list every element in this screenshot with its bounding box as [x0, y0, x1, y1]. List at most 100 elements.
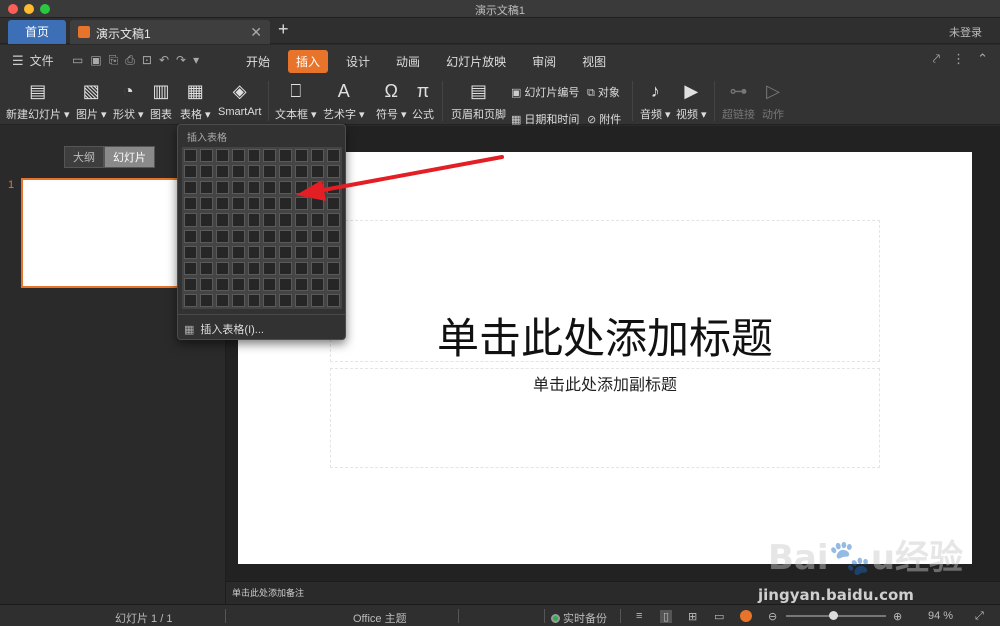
table-grid-cell[interactable] — [279, 293, 293, 307]
action-button[interactable]: ▷ 动作 — [762, 79, 784, 122]
table-grid-cell[interactable] — [279, 165, 293, 179]
table-grid-cell[interactable] — [184, 149, 197, 163]
table-size-grid[interactable] — [182, 147, 342, 309]
table-button[interactable]: ▦ 表格 ▾ — [180, 79, 211, 122]
date-time-button[interactable]: ▦ 日期和时间 — [511, 111, 579, 127]
table-grid-cell[interactable] — [311, 165, 325, 179]
table-grid-cell[interactable] — [295, 181, 309, 195]
table-grid-cell[interactable] — [231, 229, 245, 243]
fit-window-icon[interactable]: ⤢ — [975, 610, 984, 623]
table-grid-cell[interactable] — [263, 245, 277, 259]
collapse-ribbon-icon[interactable]: ⌃ — [977, 51, 988, 67]
export-icon[interactable]: ⎘ — [109, 53, 119, 68]
table-grid-cell[interactable] — [199, 197, 213, 211]
table-grid-cell[interactable] — [295, 213, 309, 227]
tab-review[interactable]: 审阅 — [524, 50, 564, 73]
table-grid-cell[interactable] — [231, 213, 245, 227]
table-grid-cell[interactable] — [184, 293, 197, 307]
zoom-out-icon[interactable]: ⊖ — [768, 610, 777, 623]
table-grid-cell[interactable] — [263, 165, 277, 179]
table-grid-cell[interactable] — [279, 197, 293, 211]
table-grid-cell[interactable] — [184, 197, 197, 211]
table-grid-cell[interactable] — [295, 165, 309, 179]
table-grid-cell[interactable] — [327, 165, 340, 179]
picture-button[interactable]: ▧ 图片 ▾ — [76, 79, 107, 122]
attachment-button[interactable]: ⊘ 附件 — [587, 111, 621, 127]
customize-icon[interactable]: ▾ — [193, 53, 199, 68]
table-grid-cell[interactable] — [311, 277, 325, 291]
table-grid-cell[interactable] — [327, 293, 340, 307]
table-grid-cell[interactable] — [327, 261, 340, 275]
tab-animation[interactable]: 动画 — [388, 50, 428, 73]
symbol-button[interactable]: Ω 符号 ▾ — [376, 79, 407, 122]
tab-design[interactable]: 设计 — [338, 50, 378, 73]
table-grid-cell[interactable] — [184, 277, 197, 291]
table-grid-cell[interactable] — [279, 181, 293, 195]
table-grid-cell[interactable] — [279, 277, 293, 291]
table-grid-cell[interactable] — [247, 245, 261, 259]
table-grid-cell[interactable] — [199, 261, 213, 275]
tab-slideshow[interactable]: 幻灯片放映 — [438, 50, 514, 73]
table-grid-cell[interactable] — [295, 261, 309, 275]
table-grid-cell[interactable] — [247, 197, 261, 211]
table-grid-cell[interactable] — [199, 213, 213, 227]
table-grid-cell[interactable] — [184, 213, 197, 227]
table-grid-cell[interactable] — [215, 293, 229, 307]
table-grid-cell[interactable] — [199, 277, 213, 291]
table-grid-cell[interactable] — [215, 213, 229, 227]
table-grid-cell[interactable] — [215, 197, 229, 211]
table-grid-cell[interactable] — [311, 149, 325, 163]
slide-thumbnail[interactable] — [21, 178, 181, 288]
textbox-button[interactable]: ⎕ 文本框 ▾ — [275, 79, 317, 122]
undo-icon[interactable]: ↶ — [159, 53, 169, 68]
table-grid-cell[interactable] — [231, 149, 245, 163]
table-grid-cell[interactable] — [327, 197, 340, 211]
zoom-level[interactable]: 94 % — [928, 610, 953, 622]
table-grid-cell[interactable] — [263, 293, 277, 307]
tab-insert[interactable]: 插入 — [288, 50, 329, 73]
tab-view[interactable]: 视图 — [574, 50, 614, 73]
outline-tab[interactable]: 大纲 — [64, 146, 104, 168]
table-grid-cell[interactable] — [327, 149, 340, 163]
table-grid-cell[interactable] — [327, 277, 340, 291]
hyperlink-button[interactable]: ⊶ 超链接 — [722, 79, 755, 122]
slides-tab[interactable]: 幻灯片 — [104, 146, 155, 168]
subtitle-placeholder[interactable]: 单击此处添加副标题 — [330, 368, 880, 468]
login-status[interactable]: 未登录 — [949, 24, 982, 40]
table-grid-cell[interactable] — [231, 245, 245, 259]
table-grid-cell[interactable] — [311, 229, 325, 243]
share-icon[interactable]: ⤤ — [933, 51, 940, 67]
table-grid-cell[interactable] — [327, 181, 340, 195]
slide-sorter-icon[interactable]: ⊞ — [688, 610, 697, 623]
tab-home[interactable]: 首页 — [8, 20, 66, 44]
wordart-button[interactable]: A 艺术字 ▾ — [323, 79, 365, 122]
audio-button[interactable]: ♪ 音频 ▾ — [640, 79, 671, 122]
redo-icon[interactable]: ↷ — [176, 53, 186, 68]
table-grid-cell[interactable] — [263, 181, 277, 195]
table-grid-cell[interactable] — [247, 293, 261, 307]
table-grid-cell[interactable] — [231, 261, 245, 275]
table-grid-cell[interactable] — [215, 245, 229, 259]
table-grid-cell[interactable] — [311, 245, 325, 259]
table-grid-cell[interactable] — [311, 261, 325, 275]
table-grid-cell[interactable] — [215, 277, 229, 291]
table-grid-cell[interactable] — [199, 245, 213, 259]
table-grid-cell[interactable] — [184, 245, 197, 259]
print-icon[interactable]: ⎙ — [125, 53, 135, 68]
table-grid-cell[interactable] — [199, 165, 213, 179]
table-grid-cell[interactable] — [199, 293, 213, 307]
table-grid-cell[interactable] — [199, 149, 213, 163]
table-grid-cell[interactable] — [295, 197, 309, 211]
table-grid-cell[interactable] — [295, 149, 309, 163]
shape-button[interactable]: ◔ 形状 ▾ — [113, 79, 144, 122]
table-grid-cell[interactable] — [215, 165, 229, 179]
tab-document[interactable]: 演示文稿1 ✕ — [70, 20, 270, 44]
table-grid-cell[interactable] — [184, 261, 197, 275]
table-grid-cell[interactable] — [311, 197, 325, 211]
table-grid-cell[interactable] — [295, 277, 309, 291]
table-grid-cell[interactable] — [231, 165, 245, 179]
table-grid-cell[interactable] — [263, 213, 277, 227]
table-grid-cell[interactable] — [184, 181, 197, 195]
zoom-in-icon[interactable]: ⊕ — [893, 610, 902, 623]
open-folder-icon[interactable]: ▭ — [72, 53, 83, 68]
